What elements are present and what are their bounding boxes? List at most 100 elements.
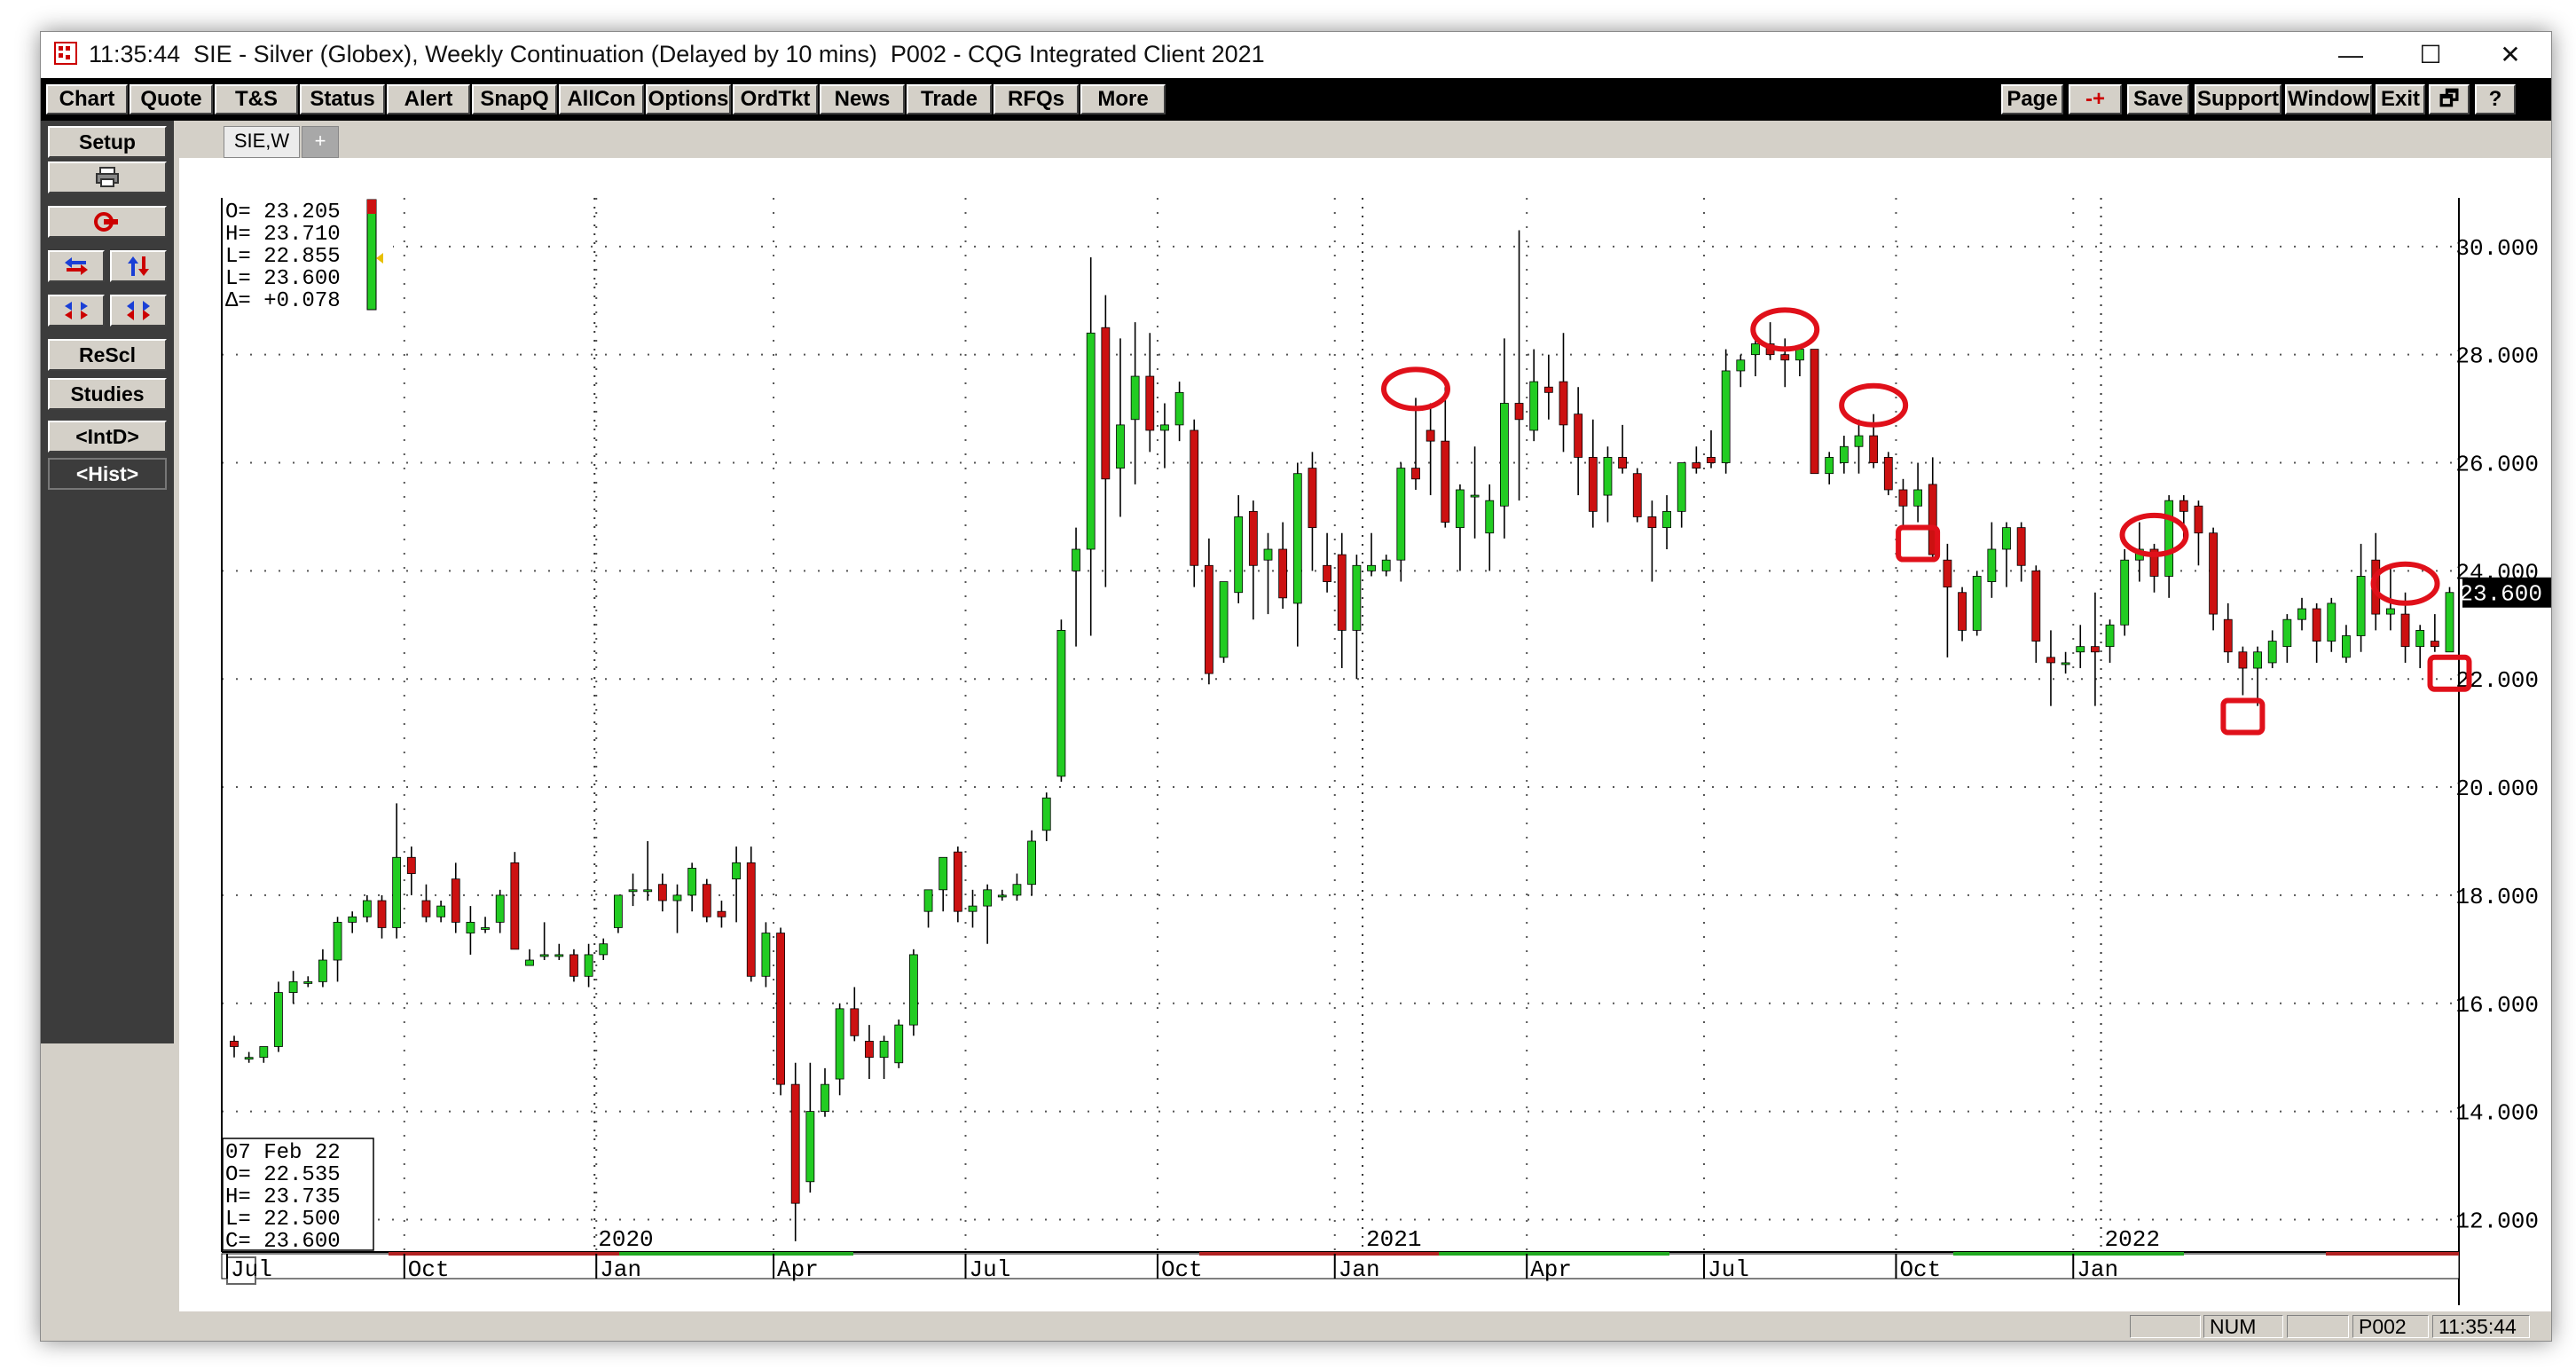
menu-trade[interactable]: Trade xyxy=(907,84,992,114)
price-chart[interactable]: 12.00014.00016.00018.00020.00022.00024.0… xyxy=(179,158,2555,1311)
candle-up xyxy=(894,1024,904,1064)
candle-up xyxy=(1027,840,1036,886)
candle-up xyxy=(2061,662,2070,665)
candle-up xyxy=(2105,624,2115,648)
candle-up xyxy=(1219,581,1229,658)
print-button[interactable] xyxy=(48,161,167,193)
candle-up xyxy=(939,856,948,891)
studies-button[interactable]: Studies xyxy=(48,378,167,410)
candle-down xyxy=(1647,516,1657,529)
menu-allcon[interactable]: AllCon xyxy=(559,84,644,114)
candle-down xyxy=(776,933,785,1085)
x-tick-label: Jul xyxy=(970,1256,1011,1283)
y-tick-label: 20.000 xyxy=(2455,776,2539,802)
restore-icon[interactable]: 🗗 xyxy=(2429,84,2470,114)
candle-up xyxy=(1174,391,1184,426)
minimize-button[interactable]: — xyxy=(2312,32,2390,78)
candle-up xyxy=(1603,457,1613,496)
candle-up xyxy=(1234,516,1244,594)
historical-button[interactable]: <Hist> xyxy=(48,458,167,490)
candle-down xyxy=(1101,327,1111,480)
candle-up xyxy=(333,921,342,961)
candle-up xyxy=(1854,435,1864,447)
candle-up xyxy=(1381,559,1391,571)
compress-button[interactable] xyxy=(48,295,105,327)
x-tick-label: Jul xyxy=(231,1256,272,1283)
menu-bar: Chart Quote T&S Status Alert SnapQ AllCo… xyxy=(41,78,2551,121)
x-tick-label: Jan xyxy=(600,1256,641,1283)
candle-down xyxy=(1632,473,1642,517)
menu-options[interactable]: Options xyxy=(646,84,731,114)
candle-up xyxy=(2282,618,2292,648)
y-tick-label: 16.000 xyxy=(2455,992,2539,1019)
candle-down xyxy=(451,878,460,923)
menu-more[interactable]: More xyxy=(1080,84,1166,114)
candle-up xyxy=(2327,602,2336,642)
window-button[interactable]: Window xyxy=(2285,84,2372,114)
rescale-button[interactable]: ReScl xyxy=(48,339,167,371)
title-bar: 11:35:44 SIE - Silver (Globex), Weekly C… xyxy=(41,32,2551,78)
x-tick-label: Oct xyxy=(1899,1256,1941,1283)
readout-top-line: L= 22.855 xyxy=(225,245,341,269)
candle-down xyxy=(1308,468,1317,529)
menu-ts[interactable]: T&S xyxy=(215,84,298,114)
menu-ordtkt[interactable]: OrdTkt xyxy=(733,84,818,114)
menu-snapq[interactable]: SnapQ xyxy=(472,84,557,114)
candle-up xyxy=(495,894,505,923)
year-label: 2022 xyxy=(2105,1226,2160,1253)
expand-button[interactable] xyxy=(110,295,167,327)
candle-up xyxy=(1751,343,1760,356)
intraday-button[interactable]: <IntD> xyxy=(48,421,167,453)
candle-down xyxy=(1810,349,1819,475)
candle-up xyxy=(539,954,549,957)
candle-down xyxy=(1411,468,1420,480)
candle-down xyxy=(865,1041,874,1059)
page-button[interactable]: Page xyxy=(2001,84,2063,114)
close-window-button[interactable]: ✕ xyxy=(2471,32,2549,78)
candle-up xyxy=(1263,548,1273,561)
candle-up xyxy=(584,954,593,977)
chart-area[interactable]: 12.000 14.000 16.000 18.000 20.000 22.000 24.0… xyxy=(179,158,2555,1311)
close-chart-button[interactable] xyxy=(48,206,167,238)
printer-icon xyxy=(96,167,119,187)
candle-up xyxy=(2415,629,2425,648)
scroll-right-button[interactable] xyxy=(110,250,167,282)
candle-up xyxy=(1041,797,1051,831)
readout-candle-body xyxy=(366,199,377,311)
help-button[interactable]: ? xyxy=(2475,84,2516,114)
candle-down xyxy=(2223,618,2233,653)
add-tab-button[interactable]: + xyxy=(302,126,339,158)
menu-quote[interactable]: Quote xyxy=(130,84,213,114)
candle-up xyxy=(1160,424,1169,431)
menu-status[interactable]: Status xyxy=(300,84,385,114)
candle-up xyxy=(2356,576,2366,636)
candle-up xyxy=(436,905,446,917)
candle-up xyxy=(2385,608,2395,615)
candle-down xyxy=(746,862,756,977)
scroll-left-button[interactable] xyxy=(48,250,105,282)
save-button[interactable]: Save xyxy=(2127,84,2189,114)
clock: 11:35:44 xyxy=(2432,1315,2530,1338)
candle-down xyxy=(2400,613,2410,648)
readout-top-line: O= 23.205 xyxy=(225,201,341,224)
candle-down xyxy=(1692,462,1701,469)
menu-chart[interactable]: Chart xyxy=(46,84,128,114)
candle-down xyxy=(2430,641,2439,648)
y-tick-label: 30.000 xyxy=(2455,235,2539,262)
tab-sie-weekly[interactable]: SIE,W xyxy=(224,126,300,158)
font-size-button[interactable]: -+ xyxy=(2069,84,2122,114)
maximize-button[interactable]: ☐ xyxy=(2391,32,2470,78)
readout-bottom-line: L= 22.500 xyxy=(225,1208,341,1232)
x-tick-label: Jul xyxy=(1708,1256,1749,1283)
candle-down xyxy=(1943,559,1952,588)
menu-alert[interactable]: Alert xyxy=(387,84,470,114)
candle-up xyxy=(1795,349,1804,361)
support-button[interactable]: Support xyxy=(2195,84,2281,114)
candle-up xyxy=(1500,403,1509,507)
menu-news[interactable]: News xyxy=(820,84,905,114)
num-lock-indicator: NUM xyxy=(2203,1315,2283,1338)
setup-button[interactable]: Setup xyxy=(48,126,167,158)
menu-rfqs[interactable]: RFQs xyxy=(993,84,1079,114)
exit-button[interactable]: Exit xyxy=(2376,84,2425,114)
expand-icon xyxy=(127,301,150,320)
